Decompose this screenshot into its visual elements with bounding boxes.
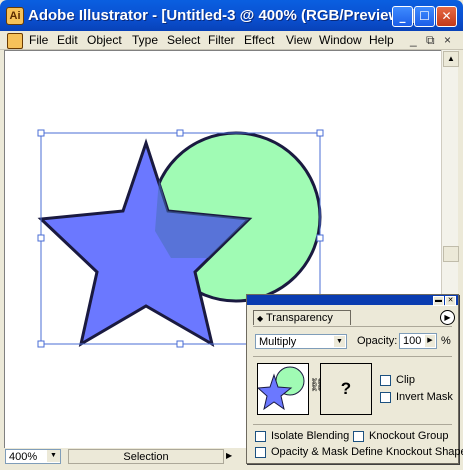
- isolate-blending-checkbox[interactable]: [255, 431, 266, 442]
- menu-file[interactable]: File: [29, 33, 48, 47]
- opacity-mask-knockout-checkbox[interactable]: [255, 447, 266, 458]
- document-restore-button[interactable]: ⧉: [426, 33, 435, 48]
- opacity-label: Opacity:: [357, 335, 398, 347]
- menu-type[interactable]: Type: [132, 33, 158, 47]
- handle-top-left[interactable]: [37, 129, 45, 137]
- divider: [253, 356, 452, 357]
- handle-bottom-left[interactable]: [37, 340, 45, 348]
- handle-top-right[interactable]: [316, 129, 324, 137]
- handle-middle-right[interactable]: [316, 234, 324, 242]
- isolate-blending-label: Isolate Blending: [271, 430, 350, 442]
- tab-transparency-label: Transparency: [266, 312, 333, 324]
- illustrator-app-icon[interactable]: Ai: [6, 7, 24, 25]
- opacity-value: 100: [403, 335, 422, 347]
- menu-bar: File Edit Object Type Select Filter Effe…: [0, 31, 463, 50]
- scroll-up-arrow-icon[interactable]: ▲: [443, 51, 459, 67]
- clip-label: Clip: [396, 374, 415, 386]
- artwork-thumbnail-preview: [256, 366, 305, 411]
- opacity-mask-knockout-label: Opacity & Mask Define Knockout Shape: [271, 446, 463, 458]
- zoom-dropdown-arrow-icon[interactable]: ▼: [47, 450, 60, 462]
- clip-checkbox[interactable]: [380, 375, 391, 386]
- palette-menu-button[interactable]: ▶: [440, 310, 455, 325]
- document-menu-icon[interactable]: [7, 33, 23, 49]
- palette-minimize-button[interactable]: ▬: [433, 296, 444, 306]
- palette-title-bar[interactable]: ▬ ✕: [247, 295, 458, 306]
- menu-effect[interactable]: Effect: [244, 33, 274, 47]
- window-title: Adobe Illustrator - [Untitled-3 @ 400% (…: [28, 7, 415, 24]
- blend-mode-select[interactable]: Multiply ▼: [255, 334, 347, 349]
- menu-window[interactable]: Window: [319, 33, 362, 47]
- illustrator-window: Ai Adobe Illustrator - [Untitled-3 @ 400…: [0, 0, 463, 470]
- handle-bottom-center[interactable]: [176, 340, 184, 348]
- divider: [253, 424, 452, 425]
- opacity-input[interactable]: 100 ▶: [399, 333, 437, 349]
- opacity-mask-thumbnail[interactable]: ?: [320, 363, 372, 415]
- handle-top-center[interactable]: [176, 129, 184, 137]
- invert-mask-checkbox[interactable]: [380, 392, 391, 403]
- menu-filter[interactable]: Filter: [208, 33, 235, 47]
- title-bar[interactable]: Ai Adobe Illustrator - [Untitled-3 @ 400…: [0, 0, 463, 31]
- document-minimize-button[interactable]: _: [410, 33, 417, 47]
- menu-help[interactable]: Help: [369, 33, 394, 47]
- invert-mask-label: Invert Mask: [396, 391, 453, 403]
- current-tool-status[interactable]: Selection: [68, 449, 224, 464]
- close-button[interactable]: ✕: [436, 6, 457, 27]
- opacity-arrow-icon[interactable]: ▶: [425, 335, 435, 347]
- artwork-thumbnail[interactable]: [256, 363, 309, 415]
- palette-close-button[interactable]: ✕: [445, 296, 456, 306]
- divider: [253, 326, 452, 327]
- menu-select[interactable]: Select: [167, 33, 200, 47]
- blend-mode-value: Multiply: [259, 336, 297, 348]
- maximize-button[interactable]: ☐: [414, 6, 435, 27]
- tab-transparency[interactable]: ◆ Transparency: [253, 310, 351, 325]
- handle-middle-left[interactable]: [37, 234, 45, 242]
- document-close-button[interactable]: ×: [444, 33, 451, 47]
- knockout-group-label: Knockout Group: [369, 430, 449, 442]
- status-menu-arrow-icon[interactable]: ▶: [226, 451, 232, 460]
- scroll-thumb[interactable]: [443, 246, 459, 262]
- knockout-group-checkbox[interactable]: [353, 431, 364, 442]
- tab-expand-icon: ◆: [257, 314, 264, 323]
- menu-edit[interactable]: Edit: [57, 33, 78, 47]
- chevron-down-icon[interactable]: ▼: [334, 336, 345, 347]
- minimize-button[interactable]: _: [392, 6, 413, 27]
- opacity-percent-label: %: [441, 335, 451, 347]
- transparency-palette: ▬ ✕ ◆ Transparency ▶ Multiply ▼ Opacity:…: [246, 294, 463, 464]
- menu-view[interactable]: View: [286, 33, 312, 47]
- menu-object[interactable]: Object: [87, 33, 122, 47]
